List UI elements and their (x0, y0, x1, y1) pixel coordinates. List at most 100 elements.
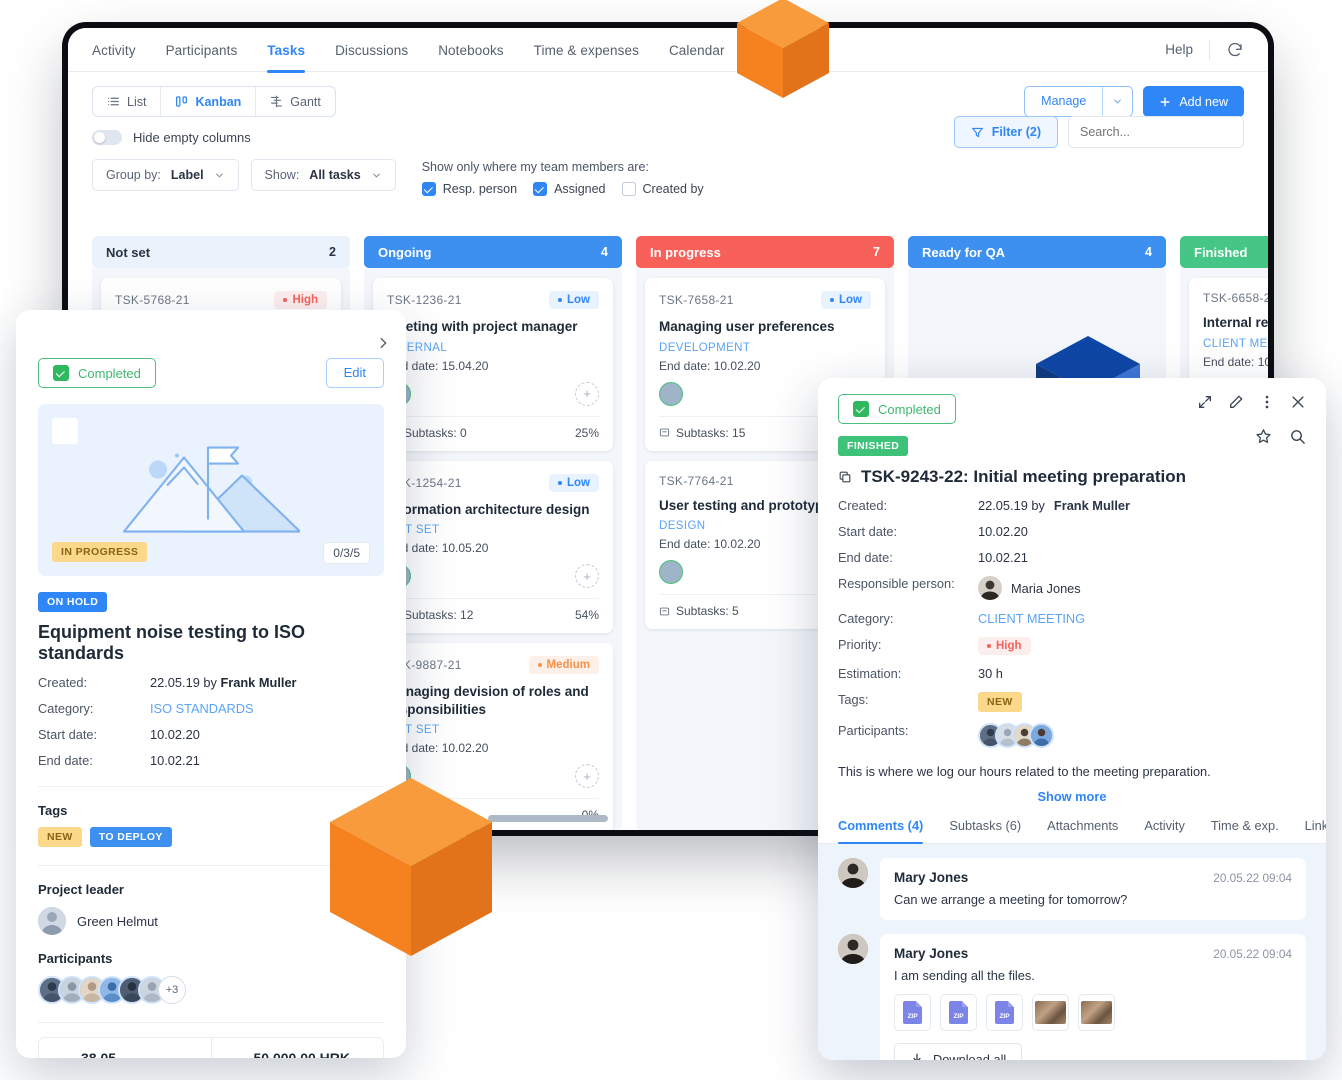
tab-subtasks[interactable]: Subtasks (6) (949, 818, 1021, 843)
attachment-list: ZIP ZIP ZIP (894, 994, 1292, 1031)
search-box[interactable] (1068, 116, 1244, 148)
search-icon[interactable] (1289, 428, 1306, 445)
tab-time-exp[interactable]: Time & exp. (1211, 818, 1279, 843)
download-all-label: Download all (933, 1051, 1007, 1061)
status-label: Completed (78, 365, 141, 381)
field-value[interactable]: ISO STANDARDS (150, 701, 254, 716)
status-completed-chip[interactable]: Completed (838, 394, 956, 424)
tag-chip: NEW (38, 827, 82, 847)
show-select[interactable]: Show: All tasks (250, 159, 396, 191)
manage-button-group: Manage (1024, 86, 1134, 117)
manage-button[interactable]: Manage (1025, 87, 1102, 116)
task-card[interactable]: TSK-1254-21 Low Information architecture… (373, 460, 613, 634)
attachment-zip[interactable]: ZIP (940, 994, 977, 1031)
task-date: End date: 10.02.20 (659, 358, 761, 373)
tab-discussions[interactable]: Discussions (335, 28, 408, 72)
hide-empty-columns-toggle[interactable] (92, 130, 122, 145)
team-filter-title: Show only where my team members are: (421, 160, 649, 174)
screenshot-root: Activity Participants Tasks Discussions … (0, 0, 1342, 1080)
metric-value: 38.05 (81, 1050, 117, 1058)
tab-notebooks[interactable]: Notebooks (438, 28, 503, 72)
show-value: All tasks (309, 168, 361, 182)
divider (38, 865, 384, 866)
field-value: NEW (978, 692, 1022, 712)
panel-secondary-icons (1255, 428, 1306, 445)
field-value: 22.05.19 by Frank Muller (150, 675, 297, 690)
copy-icon[interactable] (838, 470, 852, 484)
priority-badge: Medium (528, 656, 599, 675)
field-label: Participants: (838, 723, 909, 738)
comments-list[interactable]: Mary Jones 20.05.22 09:04 Can we arrange… (818, 844, 1326, 1060)
detail-tab-bar: Comments (4) Subtasks (6) Attachments Ac… (818, 818, 1326, 844)
priority-badge: Low (821, 291, 871, 309)
column-header: Ongoing 4 (364, 236, 622, 268)
checkbox-created-by[interactable]: Created by (621, 182, 704, 196)
add-assignee-icon[interactable]: + (575, 381, 599, 406)
tab-participants[interactable]: Participants (166, 28, 238, 72)
attachment-zip[interactable]: ZIP (986, 994, 1023, 1031)
chevron-right-icon[interactable] (376, 336, 390, 350)
view-list[interactable]: List (93, 87, 162, 116)
avatar (838, 858, 868, 888)
metric-log-expense[interactable]: 50.000,00 HRK log expense (210, 1038, 384, 1058)
view-kanban[interactable]: Kanban (161, 87, 257, 116)
checkbox-assigned[interactable]: Assigned (533, 182, 606, 196)
filter-label: Filter (2) (991, 125, 1041, 139)
search-input[interactable] (1080, 125, 1241, 139)
funnel-icon (971, 127, 983, 137)
checkbox-box (621, 182, 636, 196)
kebab-icon[interactable] (1259, 394, 1275, 410)
checkbox-resp-person[interactable]: Resp. person (421, 182, 517, 196)
tab-tasks[interactable]: Tasks (267, 28, 305, 73)
group-by-value: Label (170, 168, 204, 182)
filter-button[interactable]: Filter (2) (953, 116, 1058, 148)
tab-activity[interactable]: Activity (92, 28, 136, 72)
add-new-button[interactable]: Add new (1143, 86, 1244, 117)
pencil-icon[interactable] (1228, 394, 1244, 410)
add-assignee-icon[interactable]: + (575, 564, 599, 589)
tab-attachments[interactable]: Attachments (1047, 818, 1118, 843)
view-toolbar: List Kanban Gantt Manage Add new (68, 72, 1268, 117)
attachment-image[interactable] (1032, 994, 1069, 1031)
star-icon[interactable] (1255, 428, 1272, 445)
status-completed-chip[interactable]: Completed (38, 358, 156, 388)
expand-icon[interactable] (1197, 394, 1213, 410)
participants-more-count[interactable]: +3 (158, 976, 186, 1004)
tab-activity[interactable]: Activity (1144, 818, 1185, 843)
tab-comments[interactable]: Comments (4) (838, 818, 924, 844)
priority-badge: Low (549, 291, 599, 309)
attachment-image[interactable] (1078, 994, 1115, 1031)
tab-calendar[interactable]: Calendar (669, 28, 725, 72)
horizontal-scrollbar[interactable] (488, 815, 608, 822)
field-label: Category: (838, 611, 894, 626)
tab-time-expenses[interactable]: Time & expenses (534, 28, 639, 72)
metrics-row: 38.05 log time 50.000,00 HRK log expense (38, 1037, 384, 1058)
checkbox-box (533, 182, 548, 196)
download-all-button[interactable]: Download all (894, 1043, 1023, 1061)
task-card[interactable]: TSK-9887-21 Medium Managing devision of … (373, 643, 613, 830)
left-panel-title: Equipment noise testing to ISO standards (38, 622, 306, 663)
comment-body: Mary Jones 20.05.22 09:04 Can we arrange… (880, 858, 1306, 920)
manage-dropdown-toggle[interactable] (1102, 87, 1132, 116)
add-assignee-icon[interactable]: + (575, 764, 599, 789)
close-icon[interactable] (1290, 394, 1306, 410)
task-id: TSK-7764-21 (659, 473, 734, 488)
metric-log-time[interactable]: 38.05 log time (39, 1038, 211, 1058)
field-value[interactable]: CLIENT MEETING (978, 611, 1085, 626)
refresh-icon[interactable] (1226, 41, 1244, 59)
field-label: Created: (838, 498, 888, 513)
list-icon (108, 97, 119, 106)
view-gantt[interactable]: Gantt (256, 87, 335, 116)
column-count: 4 (1145, 245, 1152, 259)
subtask-count: Subtasks: 12 (404, 608, 474, 623)
field-label: Responsible person: (838, 576, 955, 591)
task-card[interactable]: TSK-1236-21 Low Meeting with project man… (373, 278, 613, 451)
group-by-select[interactable]: Group by: Label (92, 159, 239, 191)
show-more-link[interactable]: Show more (838, 789, 1306, 804)
edit-button[interactable]: Edit (325, 358, 384, 388)
comment-time: 20.05.22 09:04 (1213, 946, 1292, 961)
help-link[interactable]: Help (1165, 42, 1193, 57)
tab-linked[interactable]: Linked (1305, 818, 1326, 843)
divider (38, 1022, 384, 1023)
attachment-zip[interactable]: ZIP (894, 994, 931, 1031)
